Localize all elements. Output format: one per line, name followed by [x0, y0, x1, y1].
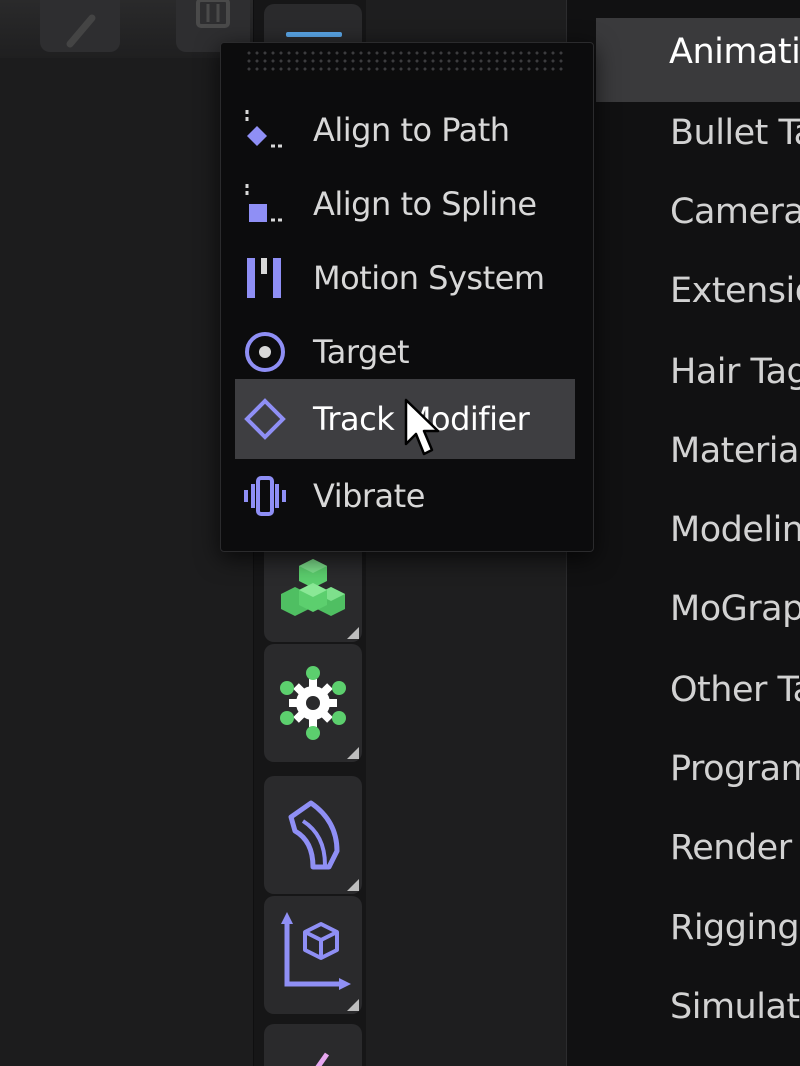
- app-window: Animatio Bullet Ta Camera Extensio Hair …: [0, 0, 800, 1066]
- submenu-corner: [347, 747, 359, 759]
- category-menu: Animatio Bullet Ta Camera Extensio Hair …: [566, 0, 800, 1066]
- animation-tags-popup: Align to Path Align to Spline Motion Sys…: [220, 42, 594, 552]
- menu-item-align-to-spline[interactable]: Align to Spline: [235, 167, 575, 241]
- menu-item-label: Align to Spline: [313, 185, 537, 223]
- axis-cube-icon: [281, 912, 351, 990]
- menu-item-motion-system[interactable]: Motion System: [235, 241, 575, 315]
- menu-item-target[interactable]: Target: [235, 315, 575, 389]
- category-item-mograph[interactable]: MoGrap: [670, 589, 800, 629]
- active-indicator: [286, 32, 342, 37]
- toolbar-button-picker[interactable]: [40, 0, 120, 52]
- category-item-modeling[interactable]: Modelin: [670, 510, 800, 550]
- gear-icon: [280, 666, 346, 740]
- target-icon: [243, 330, 287, 374]
- category-item-animation-label[interactable]: Animatio: [669, 32, 800, 72]
- menu-item-label: Vibrate: [313, 477, 425, 515]
- category-item-simulation[interactable]: Simulati: [670, 987, 800, 1027]
- category-item-rigging[interactable]: Rigging: [670, 908, 800, 948]
- category-item-programming[interactable]: Program: [670, 749, 800, 789]
- mouse-cursor-icon: [404, 398, 440, 456]
- popup-grip[interactable]: [245, 49, 565, 71]
- track-modifier-icon: [243, 397, 287, 441]
- menu-item-label: Target: [313, 333, 410, 371]
- align-to-path-icon: [243, 108, 287, 152]
- menu-item-vibrate[interactable]: Vibrate: [235, 459, 575, 533]
- category-item-bullet-tags[interactable]: Bullet Ta: [670, 113, 800, 153]
- menu-item-label: Align to Path: [313, 111, 510, 149]
- submenu-corner: [347, 627, 359, 639]
- tool-button-deformer[interactable]: [264, 776, 362, 894]
- align-to-spline-icon: [243, 182, 287, 226]
- category-item-extensions[interactable]: Extensio: [670, 271, 800, 311]
- menu-item-align-to-path[interactable]: Align to Path: [235, 93, 575, 167]
- tool-button-axis[interactable]: [264, 896, 362, 1014]
- deformer-shape-icon: [288, 800, 340, 870]
- triangle-shape-icon: [315, 1052, 330, 1066]
- cubes-icon: [281, 559, 345, 616]
- tool-button-cubes[interactable]: [264, 548, 362, 642]
- tool-button-gear[interactable]: [264, 644, 362, 762]
- tool-button-partial[interactable]: [264, 1024, 362, 1066]
- category-item-hair-tags[interactable]: Hair Tag: [670, 352, 800, 392]
- submenu-corner: [347, 879, 359, 891]
- vibrate-icon: [243, 474, 287, 518]
- category-item-material[interactable]: Material: [670, 431, 800, 471]
- category-item-camera[interactable]: Camera: [670, 192, 800, 232]
- motion-system-icon: [243, 256, 287, 300]
- eyedropper-icon: [66, 14, 96, 48]
- submenu-corner: [347, 999, 359, 1011]
- menu-item-label: Motion System: [313, 259, 545, 297]
- category-item-render-tags[interactable]: Render T: [670, 828, 800, 868]
- category-item-other-tags[interactable]: Other Ta: [670, 670, 800, 710]
